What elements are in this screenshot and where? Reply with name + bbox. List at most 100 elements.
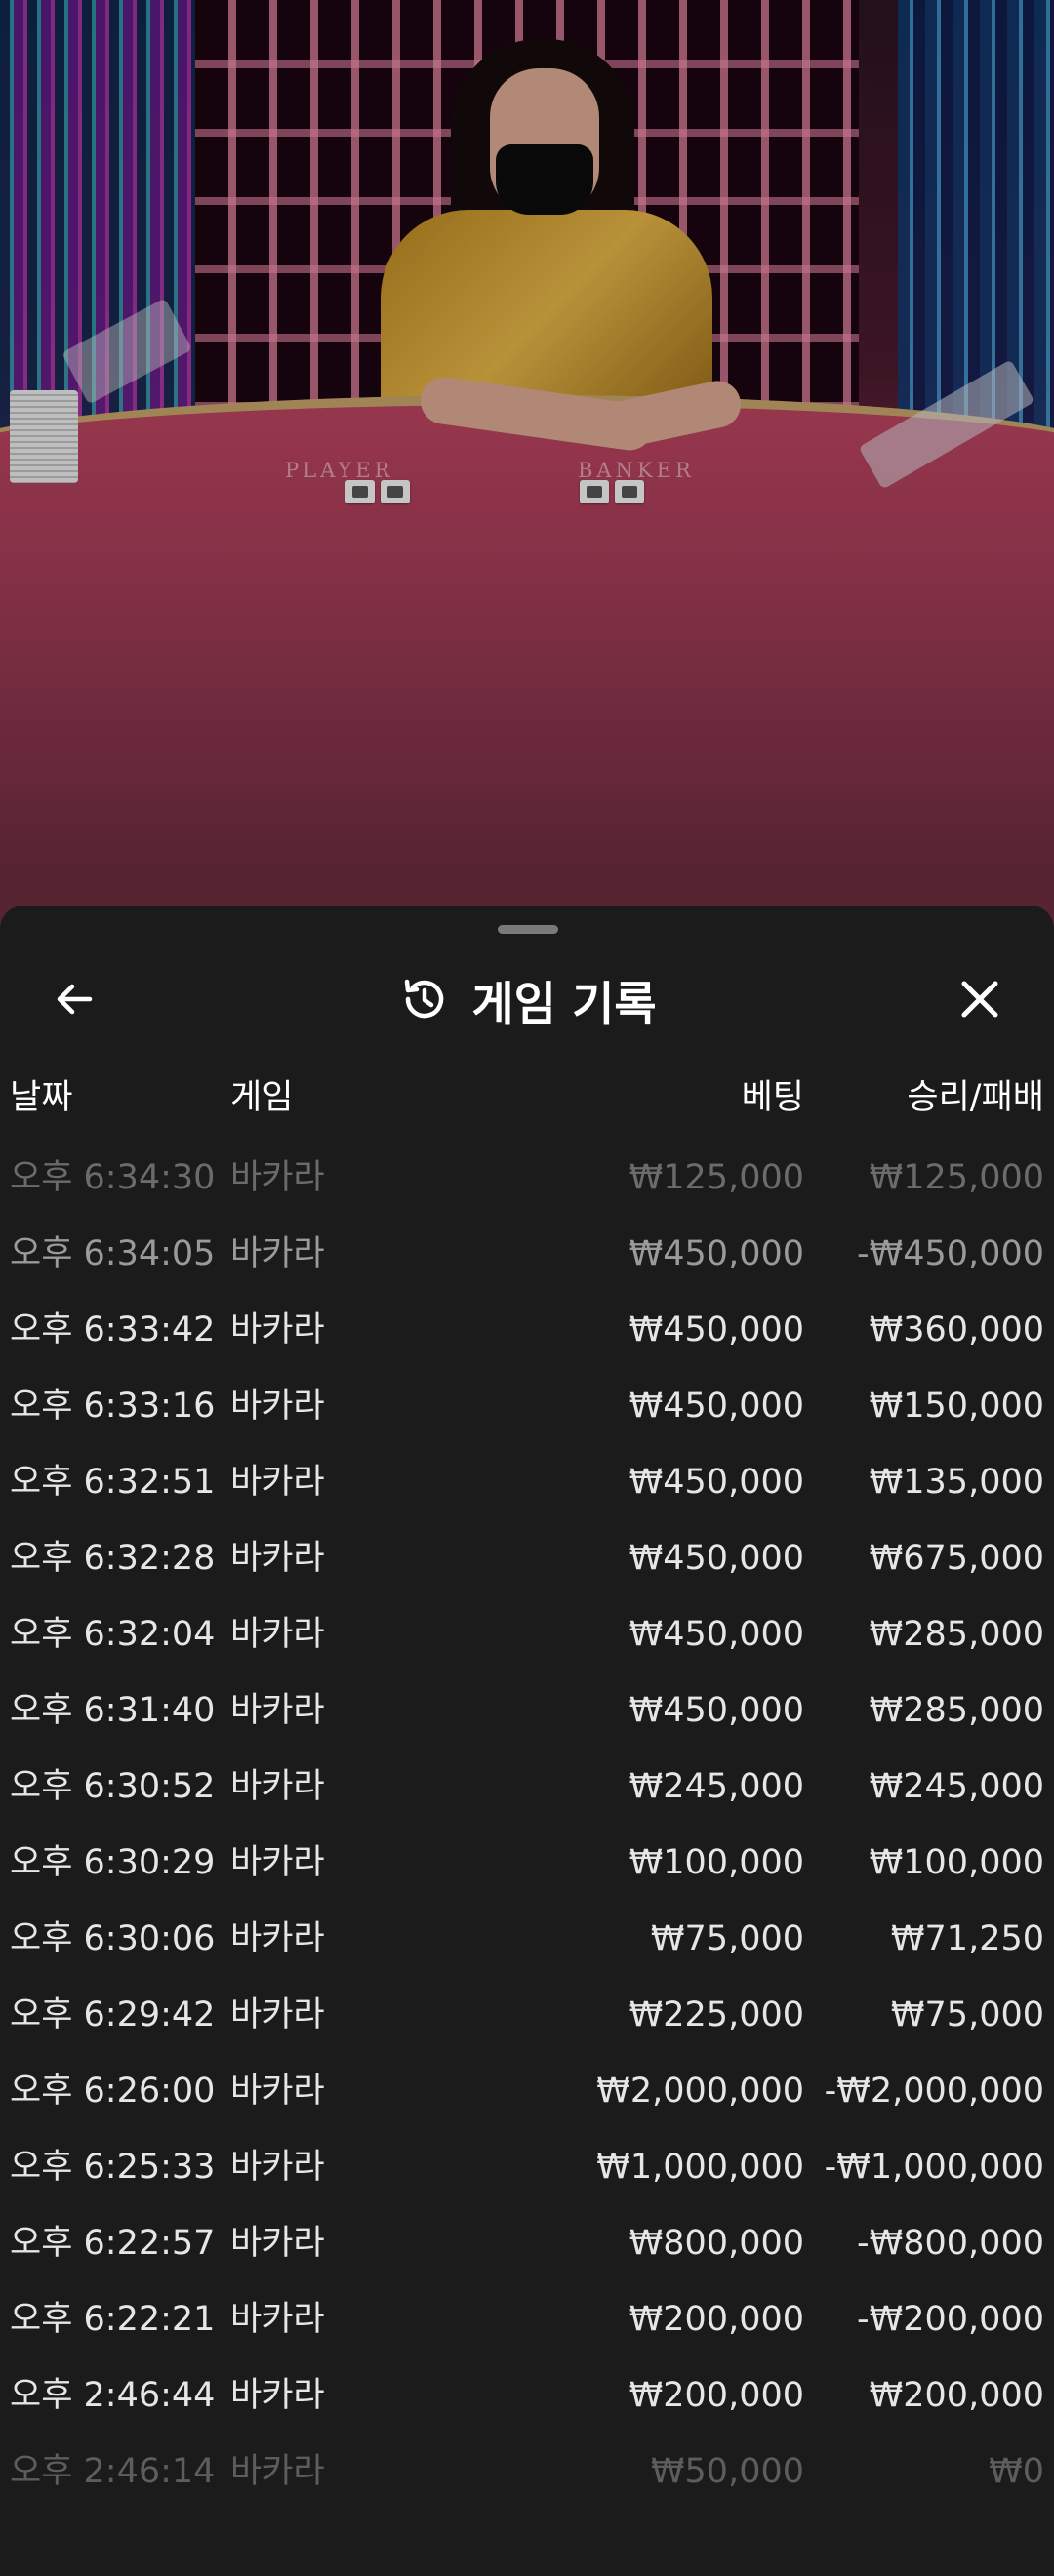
row-time: 오후 6:31:40 [10,1691,216,1730]
row-bet: ₩450,000 [628,1539,804,1578]
close-button[interactable] [937,956,1023,1042]
row-game: 바카라 [230,1919,325,1958]
table-row[interactable]: 오후 6:34:30 바카라 ₩125,000 ₩125,000 [0,1153,1054,1229]
row-time: 오후 6:32:28 [10,1539,216,1578]
row-bet: ₩450,000 [628,1387,804,1426]
table-row[interactable]: 오후 2:46:44 바카라 ₩200,000 ₩200,000 [0,2371,1054,2447]
table-row[interactable]: 오후 6:33:42 바카라 ₩450,000 ₩360,000 [0,1306,1054,1382]
row-bet: ₩450,000 [628,1615,804,1654]
row-result: ₩71,250 [890,1919,1044,1958]
row-time: 오후 6:33:42 [10,1310,216,1349]
row-result: ₩200,000 [869,2376,1044,2415]
row-result: ₩360,000 [869,1310,1044,1349]
row-game: 바카라 [230,1463,325,1502]
row-bet: ₩125,000 [628,1158,804,1197]
row-bet: ₩200,000 [628,2300,804,2339]
row-game: 바카라 [230,2224,325,2263]
row-time: 오후 6:22:21 [10,2300,216,2339]
row-bet: ₩245,000 [628,1767,804,1806]
row-time: 오후 6:29:42 [10,1995,216,2034]
column-header-game: 게임 [230,1078,294,1117]
table-row[interactable]: 오후 6:32:04 바카라 ₩450,000 ₩285,000 [0,1610,1054,1686]
row-result: ₩285,000 [869,1691,1044,1730]
table-row[interactable]: 오후 6:30:29 바카라 ₩100,000 ₩100,000 [0,1838,1054,1914]
row-result: ₩675,000 [869,1539,1044,1578]
row-time: 오후 6:34:05 [10,1234,216,1273]
table-row[interactable]: 오후 6:32:51 바카라 ₩450,000 ₩135,000 [0,1458,1054,1534]
table-row[interactable]: 오후 6:34:05 바카라 ₩450,000 -₩450,000 [0,1229,1054,1306]
game-history-panel: 게임 기록 날짜 게임 베팅 승리/패배 오후 6:34:30 바카라 ₩125… [0,906,1054,2576]
row-time: 오후 6:30:52 [10,1767,216,1806]
row-game: 바카라 [230,1691,325,1730]
column-header-bet: 베팅 [741,1078,804,1117]
row-time: 오후 6:30:29 [10,1843,216,1882]
row-time: 오후 6:33:16 [10,1387,216,1426]
row-game: 바카라 [230,1234,325,1273]
row-time: 오후 6:22:57 [10,2224,216,2263]
row-bet: ₩450,000 [628,1234,804,1273]
row-result: ₩75,000 [890,1995,1044,2034]
row-time: 오후 2:46:14 [10,2452,216,2491]
row-game: 바카라 [230,1539,325,1578]
row-bet: ₩75,000 [650,1919,804,1958]
row-bet: ₩225,000 [628,1995,804,2034]
row-bet: ₩450,000 [628,1310,804,1349]
row-bet: ₩100,000 [628,1843,804,1882]
row-result: ₩245,000 [869,1767,1044,1806]
row-game: 바카라 [230,2148,325,2187]
table-row[interactable]: 오후 6:30:06 바카라 ₩75,000 ₩71,250 [0,1914,1054,1991]
row-result: -₩800,000 [857,2224,1044,2263]
table-row[interactable]: 오후 6:22:21 바카라 ₩200,000 -₩200,000 [0,2295,1054,2371]
table-header: 날짜 게임 베팅 승리/패배 [0,1069,1054,1128]
row-bet: ₩450,000 [628,1463,804,1502]
row-game: 바카라 [230,1387,325,1426]
drag-handle[interactable] [498,925,558,934]
history-icon [405,979,444,1019]
row-game: 바카라 [230,1615,325,1654]
row-result: ₩125,000 [869,1158,1044,1197]
row-time: 오후 6:30:06 [10,1919,216,1958]
row-game: 바카라 [230,2376,325,2415]
row-game: 바카라 [230,2072,325,2111]
row-game: 바카라 [230,1767,325,1806]
table-row[interactable]: 오후 6:32:28 바카라 ₩450,000 ₩675,000 [0,1534,1054,1610]
row-bet: ₩800,000 [628,2224,804,2263]
column-header-date: 날짜 [10,1078,73,1117]
row-result: ₩100,000 [869,1843,1044,1882]
row-time: 오후 6:32:51 [10,1463,216,1502]
table-row[interactable]: 오후 6:31:40 바카라 ₩450,000 ₩285,000 [0,1686,1054,1762]
table-row[interactable]: 오후 6:29:42 바카라 ₩225,000 ₩75,000 [0,1991,1054,2067]
row-result: ₩135,000 [869,1463,1044,1502]
row-game: 바카라 [230,1995,325,2034]
page-title: 게임 기록 [471,977,657,1031]
row-bet: ₩1,000,000 [596,2148,804,2187]
row-time: 오후 2:46:44 [10,2376,216,2415]
row-result: ₩150,000 [869,1387,1044,1426]
row-game: 바카라 [230,2452,325,2491]
row-time: 오후 6:25:33 [10,2148,216,2187]
row-bet: ₩450,000 [628,1691,804,1730]
panel-header: 게임 기록 [0,956,1054,1042]
row-game: 바카라 [230,2300,325,2339]
row-time: 오후 6:34:30 [10,1158,216,1197]
table-row[interactable]: 오후 6:26:00 바카라 ₩2,000,000 -₩2,000,000 [0,2067,1054,2143]
table-row[interactable]: 오후 6:22:57 바카라 ₩800,000 -₩800,000 [0,2219,1054,2295]
column-header-winloss: 승리/패배 [907,1078,1044,1117]
row-result: -₩1,000,000 [824,2148,1044,2187]
table-row[interactable]: 오후 6:25:33 바카라 ₩1,000,000 -₩1,000,000 [0,2143,1054,2219]
history-list[interactable]: 오후 6:34:30 바카라 ₩125,000 ₩125,000 오후 6:34… [0,1153,1054,2523]
row-result: -₩200,000 [857,2300,1044,2339]
live-dealer-video: PLAYER BANKER [0,0,1054,937]
close-icon [961,981,998,1018]
table-row[interactable]: 오후 6:30:52 바카라 ₩245,000 ₩245,000 [0,1762,1054,1838]
row-game: 바카라 [230,1310,325,1349]
row-time: 오후 6:26:00 [10,2072,216,2111]
row-time: 오후 6:32:04 [10,1615,216,1654]
table-row[interactable]: 오후 2:46:14 바카라 ₩50,000 ₩0 [0,2447,1054,2523]
table-row[interactable]: 오후 6:33:16 바카라 ₩450,000 ₩150,000 [0,1382,1054,1458]
row-bet: ₩200,000 [628,2376,804,2415]
row-result: -₩450,000 [857,1234,1044,1273]
row-bet: ₩2,000,000 [596,2072,804,2111]
row-result: -₩2,000,000 [824,2072,1044,2111]
row-result: ₩285,000 [869,1615,1044,1654]
